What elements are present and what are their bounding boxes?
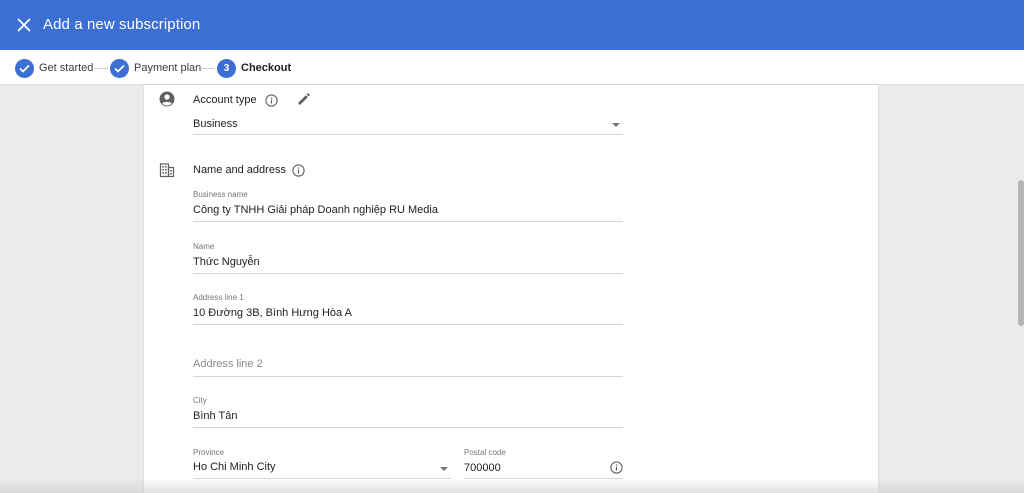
- chevron-down-icon: [440, 467, 448, 471]
- city-value: Bình Tân: [193, 410, 238, 422]
- info-icon[interactable]: [291, 163, 305, 177]
- step-label: Get started: [39, 62, 94, 74]
- province-value: Ho Chi Minh City: [193, 461, 276, 473]
- account-circle-icon: [158, 90, 176, 108]
- postal-code-value: 700000: [464, 462, 501, 474]
- scrollbar-thumb[interactable]: [1018, 180, 1024, 326]
- step-connector: [94, 68, 108, 69]
- account-type-value: Business: [193, 118, 238, 130]
- business-name-label: Business name: [193, 190, 248, 199]
- step-label: Payment plan: [134, 62, 202, 74]
- step-get-started[interactable]: Get started: [15, 58, 93, 78]
- chevron-down-icon: [612, 123, 620, 127]
- account-type-select[interactable]: Business: [193, 114, 623, 135]
- account-type-title: Account type: [193, 94, 257, 106]
- name-label: Name: [193, 242, 215, 251]
- province-label: Province: [193, 448, 225, 457]
- name-field[interactable]: Name Thức Nguyễn: [193, 241, 623, 274]
- pencil-icon[interactable]: [296, 91, 312, 107]
- address-line-2-placeholder: Address line 2: [193, 358, 263, 370]
- address-line-1-label: Address line 1: [193, 293, 244, 302]
- info-icon[interactable]: [609, 460, 623, 474]
- province-select[interactable]: Province Ho Chi Minh City: [193, 447, 451, 479]
- name-value: Thức Nguyễn: [193, 256, 260, 268]
- close-icon[interactable]: [12, 13, 36, 37]
- step-connector: [200, 68, 214, 69]
- info-icon[interactable]: [264, 93, 278, 107]
- city-field[interactable]: City Bình Tân: [193, 395, 623, 428]
- step-checkout[interactable]: 3 Checkout: [217, 58, 291, 78]
- city-label: City: [193, 396, 207, 405]
- address-line-2-field[interactable]: Address line 2: [193, 355, 623, 377]
- business-name-field[interactable]: Business name Công ty TNHH Giải pháp Doa…: [193, 189, 623, 222]
- checkout-form-card: Account type Business Name and address B…: [144, 85, 878, 493]
- app-bar: Add a new subscription: [0, 0, 1024, 50]
- check-icon: [15, 58, 34, 78]
- step-payment-plan[interactable]: Payment plan: [110, 58, 201, 78]
- name-address-title: Name and address: [193, 164, 286, 176]
- step-label: Checkout: [241, 62, 292, 74]
- postal-code-field[interactable]: Postal code 700000: [464, 447, 623, 479]
- address-line-1-value: 10 Đường 3B, Bình Hưng Hòa A: [193, 307, 352, 319]
- page-title: Add a new subscription: [43, 16, 201, 33]
- building-icon: [158, 161, 176, 179]
- check-icon: [110, 58, 129, 78]
- checkout-stepper: Get started Payment plan 3 Checkout: [0, 50, 1024, 85]
- address-line-1-field[interactable]: Address line 1 10 Đường 3B, Bình Hưng Hò…: [193, 292, 623, 325]
- postal-code-label: Postal code: [464, 448, 506, 457]
- business-name-value: Công ty TNHH Giải pháp Doanh nghiệp RU M…: [193, 204, 438, 216]
- step-number: 3: [217, 58, 236, 78]
